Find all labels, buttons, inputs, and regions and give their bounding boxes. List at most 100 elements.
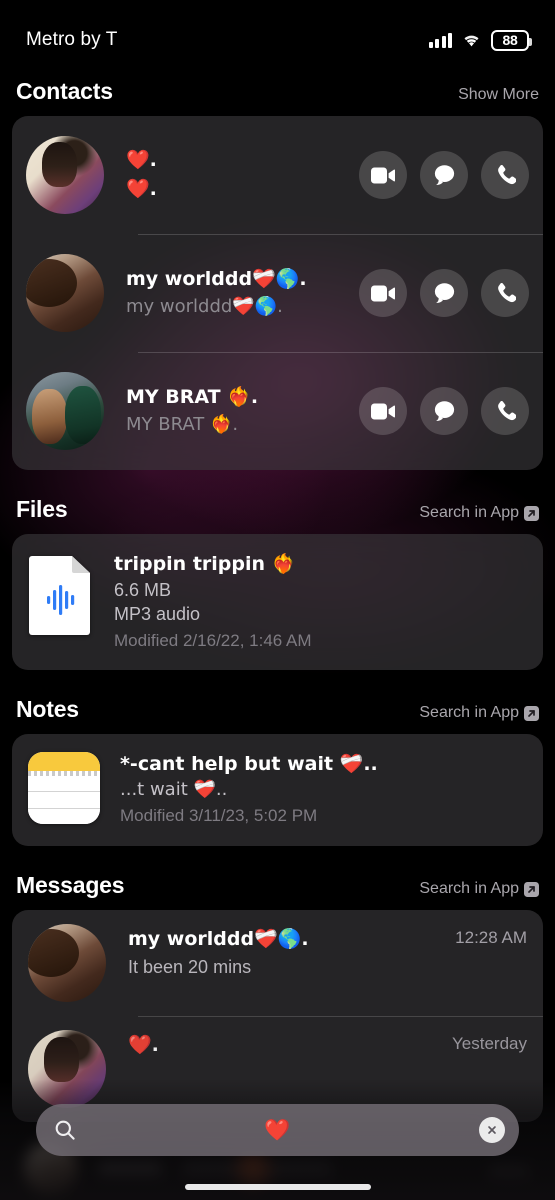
- message-row[interactable]: my worlddd❤️‍🩹🌎. It been 20 mins 12:28 A…: [12, 910, 543, 1016]
- cellular-bars-icon: [428, 32, 452, 48]
- video-call-button[interactable]: [359, 269, 407, 317]
- message-timestamp: 12:28 AM: [455, 928, 527, 948]
- file-size: 6.6 MB: [114, 579, 172, 600]
- spotlight-search-screen: Metro by T 88 Contacts Show More ❤️. ❤️.…: [0, 0, 555, 1200]
- contact-name: MY BRAT ❤️‍🔥.: [126, 386, 259, 409]
- blurred-text-line: [489, 1166, 529, 1178]
- phone-handset-icon: [498, 401, 516, 421]
- phone-call-button[interactable]: [481, 387, 529, 435]
- contact-text: ❤️. ❤️.: [104, 146, 359, 205]
- search-bar-container: ❤️: [0, 1104, 555, 1156]
- search-icon: [54, 1119, 76, 1141]
- contact-row[interactable]: ❤️. ❤️.: [12, 116, 543, 234]
- contact-subtitle: my worlddd❤️‍🩹🌎.: [126, 296, 283, 318]
- files-search-in-app-label: Search in App: [419, 504, 519, 521]
- external-link-icon: [524, 505, 539, 521]
- notes-search-in-app-label: Search in App: [419, 704, 519, 722]
- contact-avatar[interactable]: [26, 254, 104, 332]
- contacts-title: Contacts: [16, 78, 113, 104]
- battery-icon: 88: [491, 29, 532, 51]
- wifi-icon: [461, 32, 482, 48]
- message-timestamp: Yesterday: [452, 1034, 527, 1054]
- contact-avatar[interactable]: [26, 372, 104, 450]
- contact-actions: [359, 269, 529, 317]
- contacts-show-more-label: Show More: [458, 86, 539, 103]
- contact-name-line2: ❤️.: [126, 178, 157, 200]
- note-details: *-cant help but wait ❤️‍🩹.. ...t wait ❤️…: [120, 752, 527, 828]
- message-button[interactable]: [420, 269, 468, 317]
- video-camera-icon: [371, 167, 395, 183]
- messages-card: my worlddd❤️‍🩹🌎. It been 20 mins 12:28 A…: [12, 910, 543, 1123]
- section-notes: Notes Search in App *-cant help but wait…: [12, 696, 543, 847]
- file-kind: MP3 audio: [114, 604, 201, 625]
- file-result-row[interactable]: trippin trippin ❤️‍🔥 6.6 MB MP3 audio Mo…: [12, 534, 543, 670]
- notes-title: Notes: [16, 696, 79, 723]
- contact-avatar[interactable]: [26, 136, 104, 214]
- contact-subtitle: MY BRAT ❤️‍🔥.: [126, 414, 239, 436]
- contact-row[interactable]: my worlddd❤️‍🩹🌎. my worlddd❤️‍🩹🌎.: [12, 234, 543, 352]
- video-call-button[interactable]: [359, 151, 407, 199]
- section-files: Files Search in App: [12, 496, 543, 671]
- home-indicator: [184, 1184, 371, 1190]
- external-link-icon: [524, 881, 539, 897]
- results-scroll-area[interactable]: Contacts Show More ❤️. ❤️.: [0, 62, 555, 1200]
- contact-text: MY BRAT ❤️‍🔥. MY BRAT ❤️‍🔥.: [104, 384, 359, 438]
- message-details: my worlddd❤️‍🩹🌎. It been 20 mins: [106, 924, 455, 980]
- message-avatar[interactable]: [28, 1030, 106, 1109]
- message-button[interactable]: [420, 151, 468, 199]
- video-camera-icon: [371, 403, 395, 419]
- contact-text: my worlddd❤️‍🩹🌎. my worlddd❤️‍🩹🌎.: [104, 266, 359, 320]
- file-modified: Modified 2/16/22, 1:46 AM: [114, 630, 312, 650]
- status-bar: Metro by T 88: [0, 0, 555, 62]
- carrier-label: Metro by T: [26, 29, 118, 50]
- phone-call-button[interactable]: [481, 151, 529, 199]
- chat-bubble-icon: [434, 283, 454, 304]
- messages-title: Messages: [16, 872, 125, 899]
- contacts-show-more-button[interactable]: Show More: [458, 86, 539, 104]
- blurred-text-line: [98, 1162, 162, 1176]
- video-call-button[interactable]: [359, 387, 407, 435]
- message-sender: my worlddd❤️‍🩹🌎.: [128, 928, 309, 951]
- file-details: trippin trippin ❤️‍🔥 6.6 MB MP3 audio Mo…: [114, 552, 527, 652]
- phone-call-button[interactable]: [481, 269, 529, 317]
- contacts-section-header: Contacts Show More: [12, 78, 543, 105]
- clear-icon[interactable]: [479, 1117, 505, 1143]
- notes-card[interactable]: *-cant help but wait ❤️‍🩹.. ...t wait ❤️…: [12, 734, 543, 847]
- notes-app-icon: [28, 752, 100, 825]
- note-modified: Modified 3/11/23, 5:02 PM: [120, 806, 318, 826]
- files-card[interactable]: trippin trippin ❤️‍🔥 6.6 MB MP3 audio Mo…: [12, 534, 543, 671]
- audio-file-icon: [28, 552, 94, 636]
- status-icons: 88: [428, 29, 532, 51]
- messages-search-in-app-button[interactable]: Search in App: [419, 880, 539, 898]
- notes-search-in-app-button[interactable]: Search in App: [419, 704, 539, 722]
- note-title: *-cant help but wait ❤️‍🩹..: [120, 753, 378, 776]
- file-name: trippin trippin ❤️‍🔥: [114, 553, 296, 575]
- message-details: ❤️.: [106, 1030, 452, 1061]
- contacts-card: ❤️. ❤️.: [12, 116, 543, 470]
- battery-percentage: 88: [502, 32, 518, 48]
- message-avatar[interactable]: [28, 924, 106, 1003]
- note-result-row[interactable]: *-cant help but wait ❤️‍🩹.. ...t wait ❤️…: [12, 734, 543, 846]
- external-link-icon: [524, 705, 539, 721]
- contact-row[interactable]: MY BRAT ❤️‍🔥. MY BRAT ❤️‍🔥.: [12, 352, 543, 470]
- contact-name: ❤️.: [126, 148, 157, 171]
- message-button[interactable]: [420, 387, 468, 435]
- message-preview: It been 20 mins: [128, 956, 252, 977]
- files-title: Files: [16, 496, 68, 522]
- files-section-header: Files Search in App: [12, 496, 543, 523]
- search-input-value[interactable]: ❤️: [76, 1119, 479, 1141]
- message-sender: ❤️.: [128, 1034, 159, 1057]
- chat-bubble-icon: [434, 401, 454, 422]
- files-search-in-app-button[interactable]: Search in App: [419, 504, 539, 522]
- contact-actions: [359, 151, 529, 199]
- contact-actions: [359, 387, 529, 435]
- search-field[interactable]: ❤️: [36, 1104, 519, 1156]
- messages-section-header: Messages Search in App: [12, 872, 543, 899]
- notes-section-header: Notes Search in App: [12, 696, 543, 723]
- note-snippet: ...t wait ❤️‍🩹..: [120, 779, 228, 801]
- phone-handset-icon: [498, 283, 516, 303]
- section-contacts: Contacts Show More ❤️. ❤️.: [12, 78, 543, 470]
- chat-bubble-icon: [434, 165, 454, 186]
- phone-handset-icon: [498, 165, 516, 185]
- contact-name: my worlddd❤️‍🩹🌎.: [126, 268, 307, 291]
